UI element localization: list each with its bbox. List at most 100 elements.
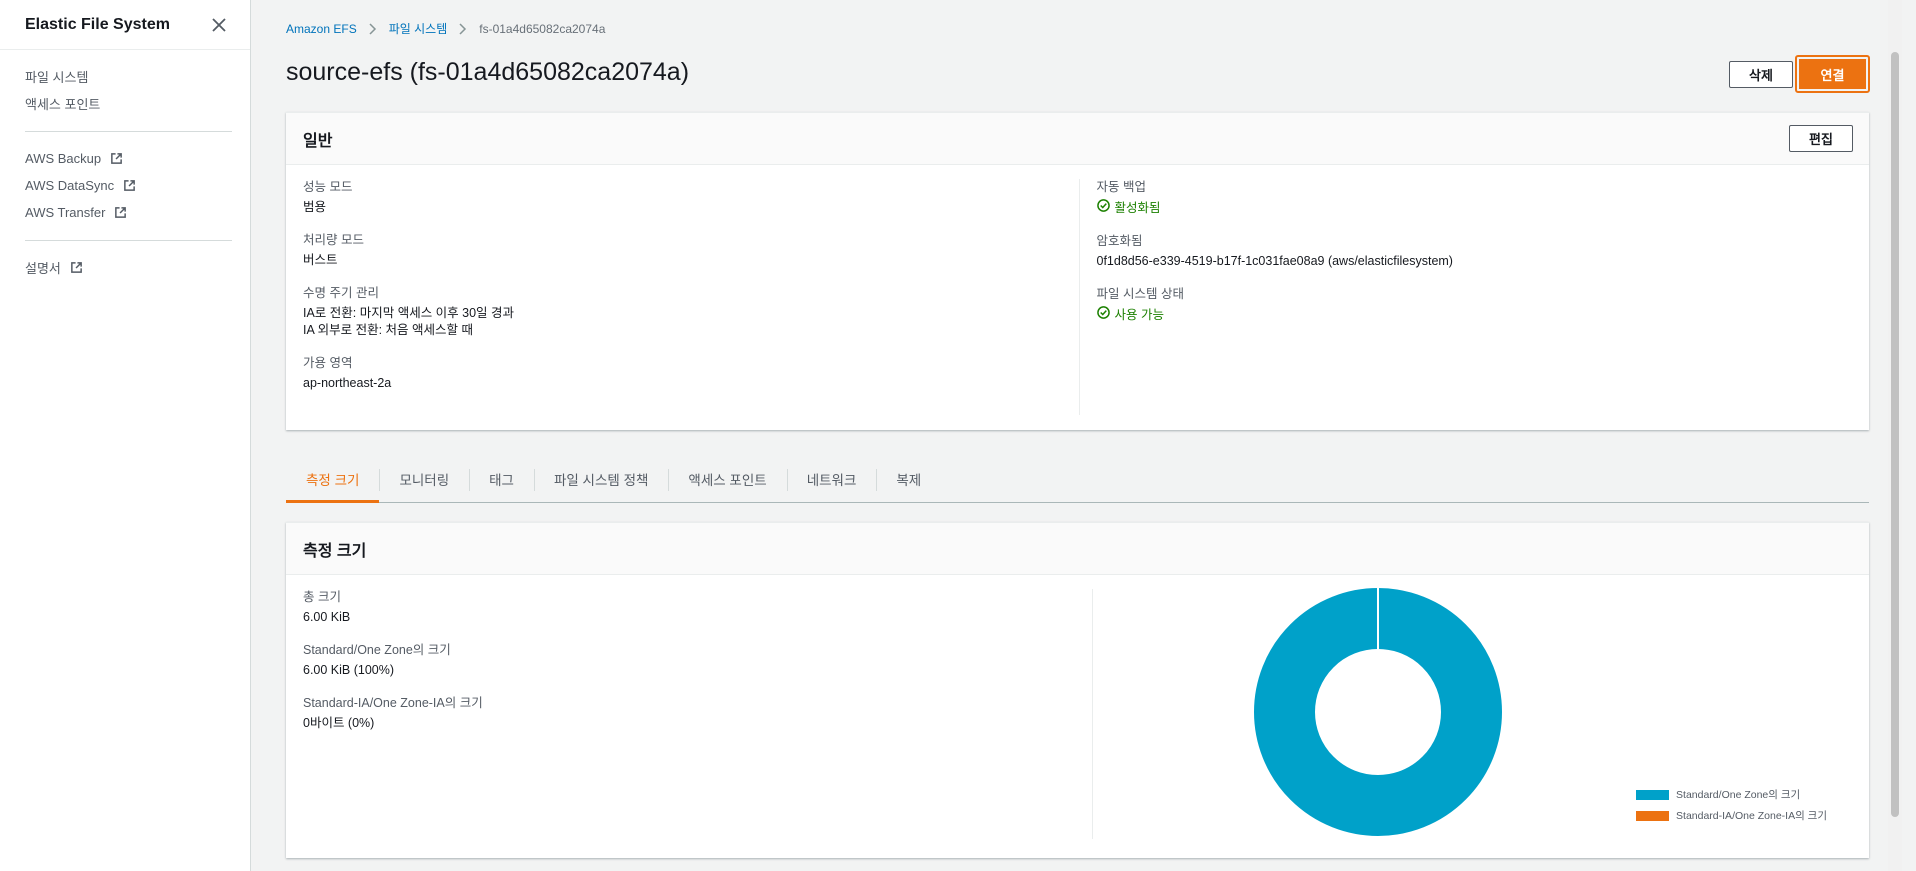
sidebar-item-label: AWS Transfer bbox=[25, 205, 106, 220]
metered-size-panel-header: 측정 크기 bbox=[286, 523, 1869, 575]
sidebar-item-aws-backup[interactable]: AWS Backup bbox=[25, 145, 225, 172]
fs-state-field: 파일 시스템 상태 사용 가능 bbox=[1097, 286, 1853, 324]
field-label: 자동 백업 bbox=[1096, 180, 1146, 194]
legend-swatch bbox=[1636, 810, 1670, 821]
standard-size-field: Standard/One Zone의 크기 6.00 KiB (100%) bbox=[303, 642, 1092, 679]
breadcrumb-root-link[interactable]: Amazon EFS bbox=[286, 22, 357, 36]
field-label: 가용 영역 bbox=[303, 356, 353, 370]
sidebar-item-label: 액세스 포인트 bbox=[25, 97, 101, 112]
field-value: IA로 전환: 마지막 액세스 이후 30일 경과 bbox=[303, 306, 515, 320]
sidebar-item-documentation[interactable]: 설명서 bbox=[25, 254, 225, 281]
sidebar-item-file-systems[interactable]: 파일 시스템 bbox=[25, 63, 225, 90]
general-panel-body: 성능 모드 범용 처리량 모드 버스트 수명 주기 관리 IA로 전환: 마지막… bbox=[286, 165, 1869, 429]
sidebar-item-label: AWS DataSync bbox=[25, 178, 115, 193]
general-heading: 일반 bbox=[303, 132, 333, 150]
sidebar-item-label: 파일 시스템 bbox=[25, 70, 89, 85]
legend-label: Standard-IA/One Zone-IA의 크기 bbox=[1676, 810, 1827, 822]
field-label: 암호화됨 bbox=[1096, 234, 1143, 248]
ia-size-field: Standard-IA/One Zone-IA의 크기 0바이트 (0%) bbox=[303, 695, 1092, 732]
metered-size-heading: 측정 크기 bbox=[303, 542, 367, 560]
sidebar-item-aws-datasync[interactable]: AWS DataSync bbox=[25, 172, 225, 199]
chevron-right-icon bbox=[369, 22, 377, 35]
status-text: 활성화됨 bbox=[1114, 200, 1161, 215]
field-value: 버스트 bbox=[303, 253, 338, 267]
main-content: Amazon EFS 파일 시스템 fs-01a4d65082ca2074a s… bbox=[252, 0, 1902, 871]
metered-size-chart-area: Standard/One Zone의 크기 Standard-IA/One Zo… bbox=[1093, 588, 1852, 849]
tab-bar: 측정 크기 모니터링 태그 파일 시스템 정책 액세스 포인트 네트워크 복제 bbox=[286, 456, 1869, 503]
breadcrumb-section-link[interactable]: 파일 시스템 bbox=[389, 20, 448, 37]
sidebar-title: Elastic File System bbox=[25, 15, 170, 33]
field-label: Standard/One Zone의 크기 bbox=[303, 643, 451, 657]
external-link-icon bbox=[123, 179, 136, 192]
field-label: 수명 주기 관리 bbox=[303, 286, 379, 300]
donut-chart bbox=[1254, 588, 1502, 836]
field-value: 범용 bbox=[303, 200, 327, 214]
sidebar-section-services: AWS Backup AWS DataSync AWS Transfer bbox=[0, 132, 250, 240]
sidebar-section-primary: 파일 시스템 액세스 포인트 bbox=[0, 50, 250, 131]
metered-size-body: 총 크기 6.00 KiB Standard/One Zone의 크기 6.00… bbox=[286, 575, 1869, 863]
sidebar: Elastic File System 파일 시스템 액세스 포인트 AWS B… bbox=[0, 0, 251, 871]
check-circle-icon bbox=[1096, 199, 1110, 217]
auto-backup-field: 자동 백업 활성화됨 bbox=[1097, 179, 1853, 217]
encryption-field: 암호화됨 0f1d8d56-e339-4519-b17f-1c031fae08a… bbox=[1097, 233, 1853, 270]
field-label: 총 크기 bbox=[303, 590, 341, 604]
sidebar-item-label: AWS Backup bbox=[25, 151, 102, 166]
legend-item-ia: Standard-IA/One Zone-IA의 크기 bbox=[1636, 808, 1827, 823]
general-right-column: 자동 백업 활성화됨 암호화됨 0f1d8d56-e339-4519-b17f-… bbox=[1080, 179, 1853, 415]
page-title: source-efs (fs-01a4d65082ca2074a) bbox=[286, 58, 690, 86]
sidebar-item-aws-transfer[interactable]: AWS Transfer bbox=[25, 199, 225, 226]
connect-button[interactable]: 연결 bbox=[1799, 59, 1866, 89]
sidebar-section-docs: 설명서 bbox=[0, 241, 250, 295]
availability-zone-field: 가용 영역 ap-northeast-2a bbox=[303, 355, 1059, 392]
metered-size-panel: 측정 크기 총 크기 6.00 KiB Standard/One Zone의 크… bbox=[286, 522, 1869, 858]
field-label: Standard-IA/One Zone-IA의 크기 bbox=[303, 696, 483, 710]
breadcrumb-current: fs-01a4d65082ca2074a bbox=[479, 21, 606, 36]
field-label: 성능 모드 bbox=[303, 180, 353, 194]
performance-mode-field: 성능 모드 범용 bbox=[303, 179, 1059, 216]
field-value: 6.00 KiB (100%) bbox=[303, 663, 395, 677]
scrollbar[interactable] bbox=[1888, 0, 1902, 871]
metered-size-values: 총 크기 6.00 KiB Standard/One Zone의 크기 6.00… bbox=[303, 589, 1093, 839]
sidebar-item-access-points[interactable]: 액세스 포인트 bbox=[25, 90, 225, 117]
chart-legend: Standard/One Zone의 크기 Standard-IA/One Zo… bbox=[1636, 787, 1827, 829]
lifecycle-field: 수명 주기 관리 IA로 전환: 마지막 액세스 이후 30일 경과 IA 외부… bbox=[303, 285, 1059, 339]
sidebar-header: Elastic File System bbox=[0, 0, 250, 50]
tab-metered-size[interactable]: 측정 크기 bbox=[286, 456, 380, 503]
check-circle-icon bbox=[1096, 306, 1110, 324]
tab-monitoring[interactable]: 모니터링 bbox=[379, 456, 469, 502]
field-value: 6.00 KiB bbox=[303, 610, 351, 624]
general-left-column: 성능 모드 범용 처리량 모드 버스트 수명 주기 관리 IA로 전환: 마지막… bbox=[303, 179, 1080, 415]
tab-network[interactable]: 네트워크 bbox=[786, 456, 877, 502]
delete-button[interactable]: 삭제 bbox=[1729, 61, 1793, 88]
breadcrumb: Amazon EFS 파일 시스템 fs-01a4d65082ca2074a bbox=[286, 20, 605, 37]
total-size-field: 총 크기 6.00 KiB bbox=[303, 589, 1092, 626]
sidebar-item-label: 설명서 bbox=[25, 261, 61, 276]
field-label: 처리량 모드 bbox=[303, 233, 364, 247]
tab-file-system-policy[interactable]: 파일 시스템 정책 bbox=[533, 456, 668, 502]
legend-label: Standard/One Zone의 크기 bbox=[1676, 789, 1801, 801]
status-value: 사용 가능 bbox=[1096, 306, 1853, 324]
scrollbar-thumb[interactable] bbox=[1891, 52, 1899, 817]
general-panel-header: 일반 편집 bbox=[286, 113, 1869, 165]
field-value: 0f1d8d56-e339-4519-b17f-1c031fae08a9 (aw… bbox=[1096, 254, 1453, 268]
field-value: IA 외부로 전환: 처음 액세스할 때 bbox=[303, 323, 473, 337]
external-link-icon bbox=[110, 152, 123, 165]
legend-swatch bbox=[1636, 789, 1670, 800]
external-link-icon bbox=[70, 261, 83, 274]
throughput-mode-field: 처리량 모드 버스트 bbox=[303, 232, 1059, 269]
general-panel: 일반 편집 성능 모드 범용 처리량 모드 버스트 수명 주기 관리 IA로 전… bbox=[286, 112, 1869, 430]
tab-tags[interactable]: 태그 bbox=[469, 456, 534, 502]
field-label: 파일 시스템 상태 bbox=[1096, 287, 1184, 301]
field-value: 0바이트 (0%) bbox=[303, 716, 375, 730]
status-text: 사용 가능 bbox=[1114, 307, 1164, 322]
chevron-right-icon bbox=[459, 22, 467, 35]
external-link-icon bbox=[114, 206, 127, 219]
status-value: 활성화됨 bbox=[1096, 199, 1853, 217]
connect-button-focus-ring: 연결 bbox=[1795, 55, 1870, 93]
legend-item-standard: Standard/One Zone의 크기 bbox=[1636, 787, 1827, 802]
tab-access-points[interactable]: 액세스 포인트 bbox=[668, 456, 786, 502]
close-icon[interactable] bbox=[208, 14, 230, 36]
field-value: ap-northeast-2a bbox=[303, 376, 392, 390]
tab-replication[interactable]: 복제 bbox=[876, 456, 941, 502]
edit-button[interactable]: 편집 bbox=[1789, 125, 1853, 152]
